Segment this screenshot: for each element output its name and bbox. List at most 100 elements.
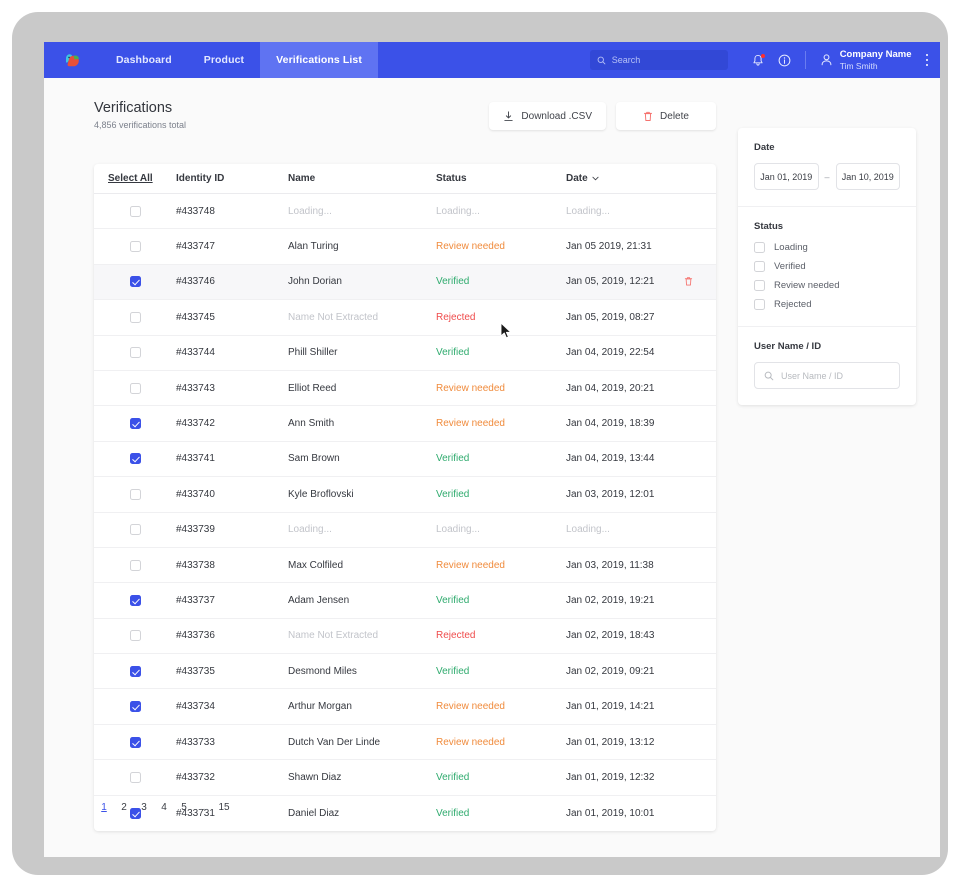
status-filter-checkbox[interactable] xyxy=(754,280,765,291)
cell-identity-id: #433747 xyxy=(176,241,288,252)
table-row[interactable]: #433746John DorianVerifiedJan 05, 2019, … xyxy=(94,265,716,300)
more-options-icon[interactable] xyxy=(926,54,929,67)
date-sort-control[interactable]: Date xyxy=(566,173,599,184)
cell-name: Dutch Van Der Linde xyxy=(288,737,436,748)
status-filter-checkbox[interactable] xyxy=(754,261,765,272)
column-header-name[interactable]: Name xyxy=(288,173,436,184)
cell-name: Elliot Reed xyxy=(288,383,436,394)
user-avatar-icon xyxy=(820,53,833,67)
cell-date: Jan 05, 2019, 08:27 xyxy=(566,312,684,323)
pagination-page[interactable]: 2 xyxy=(114,796,134,818)
status-filter-checkbox[interactable] xyxy=(754,299,765,310)
row-checkbox-cell xyxy=(94,276,176,287)
row-checkbox[interactable] xyxy=(130,241,141,252)
status-filter-label: Review needed xyxy=(774,280,840,291)
row-checkbox-cell xyxy=(94,383,176,394)
table-row[interactable]: #433739Loading...Loading...Loading... xyxy=(94,513,716,548)
table-row[interactable]: #433745Name Not ExtractedRejectedJan 05,… xyxy=(94,300,716,335)
cell-name: Alan Turing xyxy=(288,241,436,252)
row-checkbox[interactable] xyxy=(130,206,141,217)
row-checkbox[interactable] xyxy=(130,701,141,712)
cell-status: Review needed xyxy=(436,737,566,748)
cell-identity-id: #433741 xyxy=(176,453,288,464)
table-row[interactable]: #433748Loading...Loading...Loading... xyxy=(94,194,716,229)
info-circle-icon[interactable] xyxy=(778,54,791,67)
status-filter-option[interactable]: Rejected xyxy=(754,299,900,310)
row-checkbox[interactable] xyxy=(130,560,141,571)
row-checkbox[interactable] xyxy=(130,737,141,748)
row-checkbox[interactable] xyxy=(130,630,141,641)
row-checkbox[interactable] xyxy=(130,772,141,783)
date-from-input[interactable]: Jan 01, 2019 xyxy=(754,163,819,190)
pagination-page[interactable]: 15 xyxy=(214,796,234,818)
table-row[interactable]: #433737Adam JensenVerifiedJan 02, 2019, … xyxy=(94,583,716,618)
row-checkbox[interactable] xyxy=(130,595,141,606)
table-row[interactable]: #433741Sam BrownVerifiedJan 04, 2019, 13… xyxy=(94,442,716,477)
column-header-identity-id[interactable]: Identity ID xyxy=(176,173,288,184)
table-row[interactable]: #433743Elliot ReedReview neededJan 04, 2… xyxy=(94,371,716,406)
cell-identity-id: #433734 xyxy=(176,701,288,712)
date-to-input[interactable]: Jan 10, 2019 xyxy=(836,163,901,190)
row-action-cell xyxy=(684,276,716,287)
filter-section-date: Date Jan 01, 2019 – Jan 10, 2019 xyxy=(738,128,916,207)
table-row[interactable]: #433736Name Not ExtractedRejectedJan 02,… xyxy=(94,619,716,654)
user-account-menu[interactable]: Company Name Tim Smith xyxy=(820,49,912,70)
status-filter-checkbox[interactable] xyxy=(754,242,765,253)
kebab-dot xyxy=(926,59,929,62)
table-row[interactable]: #433733Dutch Van Der LindeReview neededJ… xyxy=(94,725,716,760)
row-checkbox[interactable] xyxy=(130,347,141,358)
cell-identity-id: #433742 xyxy=(176,418,288,429)
global-search-input[interactable]: Search xyxy=(590,50,728,70)
nav-tab-verifications-list[interactable]: Verifications List xyxy=(260,42,378,78)
column-header-date[interactable]: Date xyxy=(566,173,684,184)
row-checkbox[interactable] xyxy=(130,383,141,394)
row-checkbox-cell xyxy=(94,524,176,535)
row-checkbox[interactable] xyxy=(130,418,141,429)
cell-date: Jan 03, 2019, 12:01 xyxy=(566,489,684,500)
table-row[interactable]: #433735Desmond MilesVerifiedJan 02, 2019… xyxy=(94,654,716,689)
table-row[interactable]: #433740Kyle BroflovskiVerifiedJan 03, 20… xyxy=(94,477,716,512)
table-row[interactable]: #433738Max ColfiledReview neededJan 03, … xyxy=(94,548,716,583)
pagination-page[interactable]: 4 xyxy=(154,796,174,818)
cell-name: John Dorian xyxy=(288,276,436,287)
filter-status-title: Status xyxy=(754,221,900,232)
column-header-status[interactable]: Status xyxy=(436,173,566,184)
cell-status: Loading... xyxy=(436,524,566,535)
notification-badge-dot xyxy=(761,54,765,58)
pagination-page[interactable]: 5 xyxy=(174,796,194,818)
user-search-input[interactable]: User Name / ID xyxy=(754,362,900,389)
table-row[interactable]: #433742Ann SmithReview neededJan 04, 201… xyxy=(94,406,716,441)
trash-icon[interactable] xyxy=(684,276,693,287)
page-header-text: Verifications 4,856 verifications total xyxy=(94,100,186,130)
table-row[interactable]: #433732Shawn DiazVerifiedJan 01, 2019, 1… xyxy=(94,760,716,795)
row-checkbox[interactable] xyxy=(130,312,141,323)
notification-bell-icon[interactable] xyxy=(752,54,764,67)
table-row[interactable]: #433734Arthur MorganReview neededJan 01,… xyxy=(94,689,716,724)
row-checkbox-cell xyxy=(94,489,176,500)
status-filter-option[interactable]: Loading xyxy=(754,242,900,253)
cell-identity-id: #433735 xyxy=(176,666,288,677)
cell-date: Jan 01, 2019, 14:21 xyxy=(566,701,684,712)
pagination-page[interactable]: 1 xyxy=(94,796,114,818)
delete-button[interactable]: Delete xyxy=(616,102,716,130)
cell-date: Jan 04, 2019, 13:44 xyxy=(566,453,684,464)
download-csv-button[interactable]: Download .CSV xyxy=(489,102,606,130)
filter-section-user: User Name / ID User Name / ID xyxy=(738,327,916,405)
pagination-page[interactable]: 3 xyxy=(134,796,154,818)
select-all-link[interactable]: Select All xyxy=(108,173,153,184)
row-checkbox[interactable] xyxy=(130,453,141,464)
nav-tab-dashboard[interactable]: Dashboard xyxy=(100,42,188,78)
status-filter-option[interactable]: Verified xyxy=(754,261,900,272)
nav-tab-product[interactable]: Product xyxy=(188,42,260,78)
row-checkbox[interactable] xyxy=(130,666,141,677)
app-logo-icon[interactable] xyxy=(44,42,100,78)
table-row[interactable]: #433747Alan TuringReview neededJan 05 20… xyxy=(94,229,716,264)
row-checkbox[interactable] xyxy=(130,524,141,535)
table-row[interactable]: #433744Phill ShillerVerifiedJan 04, 2019… xyxy=(94,336,716,371)
row-checkbox[interactable] xyxy=(130,276,141,287)
row-checkbox-cell xyxy=(94,701,176,712)
row-checkbox[interactable] xyxy=(130,489,141,500)
page-subtitle: 4,856 verifications total xyxy=(94,120,186,130)
delete-label: Delete xyxy=(660,111,689,122)
status-filter-option[interactable]: Review needed xyxy=(754,280,900,291)
